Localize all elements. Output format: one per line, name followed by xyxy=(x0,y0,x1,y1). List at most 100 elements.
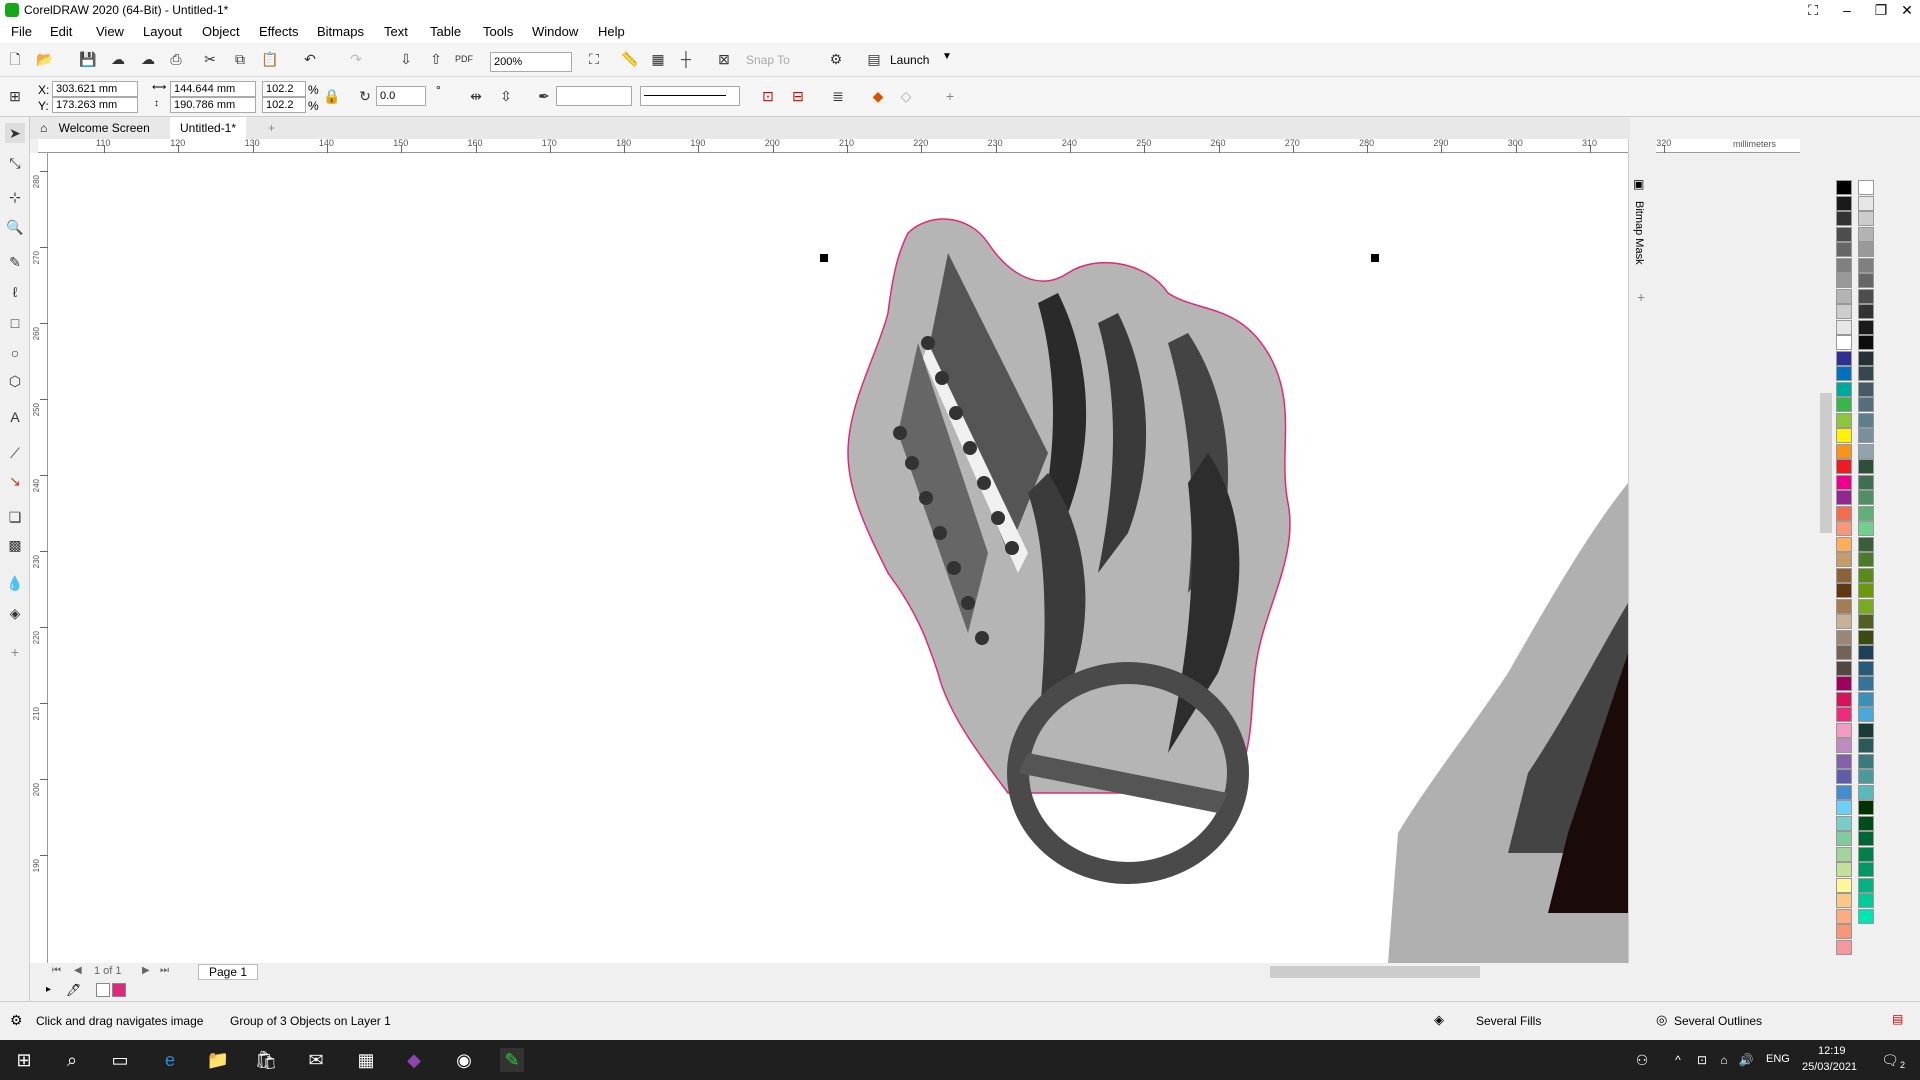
palette-swatch[interactable] xyxy=(1836,629,1852,645)
parallel-dimension-tool-icon[interactable]: ⟋ xyxy=(5,443,25,463)
menu-effects[interactable]: Effects xyxy=(259,24,299,39)
store-icon[interactable]: 🛍 xyxy=(254,1048,278,1072)
paste-icon[interactable]: 📋 xyxy=(260,49,280,69)
snap-to-dropdown[interactable]: Snap To xyxy=(746,53,790,67)
eyedropper-tool-icon[interactable]: 💧 xyxy=(5,573,25,593)
palette-swatch[interactable] xyxy=(1858,412,1874,428)
palette-swatch[interactable] xyxy=(1858,226,1874,242)
palette-swatch[interactable] xyxy=(1836,800,1852,815)
undo-icon[interactable]: ↶ xyxy=(300,49,320,69)
palette-swatch[interactable] xyxy=(1836,397,1852,412)
palette-swatch[interactable] xyxy=(1858,195,1874,211)
zoom-level-select[interactable]: 200% xyxy=(490,52,572,72)
palette-swatch[interactable] xyxy=(1858,567,1874,583)
vertical-scroll-thumb[interactable] xyxy=(1820,393,1832,533)
mirror-horizontal-icon[interactable]: ⇹ xyxy=(466,86,486,106)
palette-swatch[interactable] xyxy=(1858,273,1874,288)
palette-swatch[interactable] xyxy=(1858,257,1874,273)
menu-table[interactable]: Table xyxy=(430,24,461,39)
network-icon[interactable]: ⌂ xyxy=(1712,1048,1736,1072)
tab-welcome-screen[interactable]: ⌂ Welcome Screen xyxy=(30,117,160,139)
palette-swatch[interactable] xyxy=(1836,676,1852,691)
text-tool-icon[interactable]: A xyxy=(5,407,25,427)
last-page-icon[interactable]: ⏭ xyxy=(160,965,169,976)
minimize-button[interactable]: – xyxy=(1830,0,1864,21)
redo-icon[interactable]: ↷ xyxy=(346,49,366,69)
menu-layout[interactable]: Layout xyxy=(143,24,182,39)
palette-swatch[interactable] xyxy=(1858,490,1874,505)
options-gear-icon[interactable]: ⚙ xyxy=(826,49,846,69)
palette-swatch[interactable] xyxy=(1858,660,1874,676)
palette-swatch[interactable] xyxy=(1858,877,1874,893)
rotation-input[interactable]: 0.0 xyxy=(376,86,426,106)
palette-swatch[interactable] xyxy=(1836,552,1852,567)
palette-swatch[interactable] xyxy=(1858,862,1874,877)
palette-swatch[interactable] xyxy=(1858,521,1874,536)
grid-icon[interactable]: ▦ xyxy=(648,49,668,69)
menu-object[interactable]: Object xyxy=(202,24,240,39)
palette-swatch[interactable] xyxy=(1858,800,1874,815)
account-icon[interactable]: ⛶ xyxy=(1796,0,1830,21)
palette-swatch[interactable] xyxy=(1858,691,1874,707)
palette-swatch[interactable] xyxy=(1858,769,1874,784)
tab-untitled-1[interactable]: Untitled-1* xyxy=(170,117,247,139)
task-view-icon[interactable]: ▭ xyxy=(108,1048,132,1072)
shape-tool-icon[interactable]: ⤡ xyxy=(5,153,25,173)
y-position-input[interactable]: 173.263 mm xyxy=(52,97,138,113)
to-front-icon[interactable]: ◆ xyxy=(868,86,888,106)
copy-icon[interactable]: ⧉ xyxy=(230,49,250,69)
palette-swatch[interactable] xyxy=(1836,707,1852,722)
palette-swatch[interactable] xyxy=(1836,335,1852,350)
teams-icon[interactable]: ◆ xyxy=(402,1048,426,1072)
palette-swatch[interactable] xyxy=(1858,908,1874,924)
palette-swatch[interactable] xyxy=(1858,242,1874,257)
status-gear-icon[interactable]: ⚙ xyxy=(10,1012,23,1029)
palette-swatch[interactable] xyxy=(1836,567,1852,583)
palette-swatch[interactable] xyxy=(1858,211,1874,226)
pick-tool-icon[interactable]: ➤ xyxy=(5,123,25,143)
vertical-ruler[interactable]: 280 270 260 250 240 230 220 210 200 190 xyxy=(30,153,48,963)
palette-swatch[interactable] xyxy=(1836,180,1852,195)
ellipse-tool-icon[interactable]: ○ xyxy=(5,343,25,363)
palette-swatch[interactable] xyxy=(1836,521,1852,536)
color-proof-icon[interactable]: ▤ xyxy=(1892,1012,1903,1026)
horizontal-scrollbar[interactable] xyxy=(968,963,1818,981)
palette-swatch[interactable] xyxy=(1836,614,1852,629)
scale-height-input[interactable]: 102.2 xyxy=(262,97,306,113)
artistic-media-tool-icon[interactable]: ℓ xyxy=(5,282,25,302)
palette-swatch[interactable] xyxy=(1836,753,1852,769)
outline-width-select[interactable] xyxy=(556,86,632,106)
group-icon[interactable]: ⊡ xyxy=(758,86,778,106)
palette-swatch[interactable] xyxy=(1836,474,1852,490)
palette-swatch[interactable] xyxy=(1858,428,1874,443)
bitmap-mask-tab[interactable]: Bitmap Mask xyxy=(1633,201,1645,265)
height-input[interactable]: 190.786 mm xyxy=(170,97,256,113)
palette-swatch[interactable] xyxy=(1858,288,1874,304)
palette-swatch[interactable] xyxy=(1858,707,1874,722)
palette-swatch[interactable] xyxy=(1836,877,1852,893)
vertical-scrollbar[interactable] xyxy=(1818,153,1834,963)
menu-view[interactable]: View xyxy=(96,24,124,39)
palette-swatch[interactable] xyxy=(1858,784,1874,800)
search-icon[interactable]: ⌕ xyxy=(60,1048,84,1072)
pink-swatch[interactable] xyxy=(112,983,126,997)
palette-swatch[interactable] xyxy=(1858,397,1874,412)
palette-swatch[interactable] xyxy=(1858,676,1874,691)
line-style-select[interactable] xyxy=(640,86,740,106)
clock-date[interactable]: 25/03/2021 xyxy=(1802,1061,1857,1073)
eyedropper-icon[interactable]: 🖊 xyxy=(66,983,81,997)
first-page-icon[interactable]: ⏮ xyxy=(52,965,61,976)
palette-swatch[interactable] xyxy=(1858,846,1874,862)
mail-icon[interactable]: ✉ xyxy=(304,1048,328,1072)
palette-swatch[interactable] xyxy=(1836,257,1852,273)
palette-swatch[interactable] xyxy=(1836,490,1852,505)
artwork-svg[interactable] xyxy=(48,153,1628,963)
mirror-vertical-icon[interactable]: ⇳ xyxy=(496,86,516,106)
palette-swatch[interactable] xyxy=(1836,660,1852,676)
start-windows-icon[interactable]: ⊞ xyxy=(12,1048,36,1072)
palette-swatch[interactable] xyxy=(1836,908,1852,924)
cloud-download-icon[interactable]: ☁ xyxy=(108,49,128,69)
coreldraw-taskbar-icon[interactable]: ✎ xyxy=(500,1048,524,1072)
palette-swatch[interactable] xyxy=(1836,428,1852,443)
width-input[interactable]: 144.644 mm xyxy=(170,81,256,97)
